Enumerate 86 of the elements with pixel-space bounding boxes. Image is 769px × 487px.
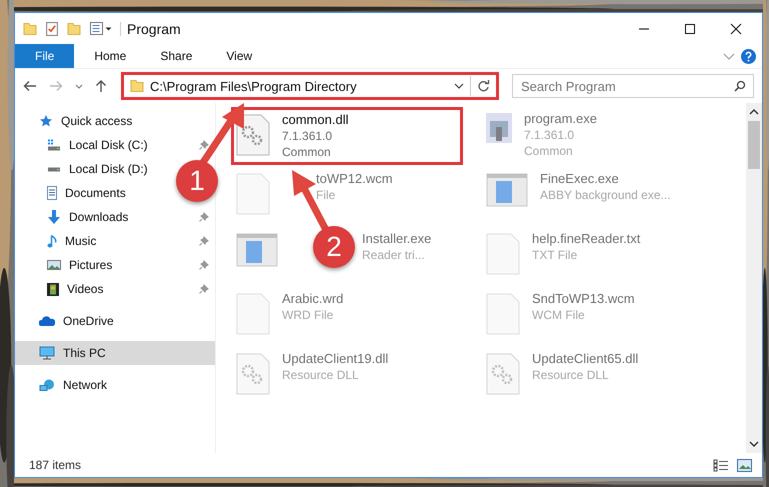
properties-icon[interactable] [46, 22, 58, 36]
ribbon-tab[interactable]: File [15, 44, 74, 68]
pictures-icon [47, 260, 61, 270]
sidebar-item[interactable]: Local Disk (D:) [15, 157, 154, 181]
file-detail: Reader tri... [362, 247, 426, 263]
address-bar[interactable]: C:\Program Files\Program Directory [121, 72, 499, 100]
pin-icon[interactable] [199, 140, 209, 150]
file-icon [486, 233, 520, 275]
sidebar-item[interactable]: Documents [15, 181, 132, 205]
sidebar-item[interactable]: OneDrive [15, 309, 120, 333]
file-name: UpdateClient19.dll [282, 351, 388, 367]
file-name: SndToWP13.wcm [532, 291, 635, 307]
file-detail: Resource DLL [282, 367, 360, 383]
down-arrow-icon [47, 210, 61, 224]
file-detail: File [316, 187, 336, 203]
ribbon-tab[interactable]: Share [146, 44, 206, 68]
window-title: Program [127, 20, 181, 36]
file-icon [236, 293, 270, 335]
file-name: FineExec.exe [540, 171, 620, 187]
file-detail: Resource DLL [532, 367, 610, 383]
scroll-up-icon[interactable] [749, 109, 759, 115]
cloud-icon [39, 315, 55, 327]
folder-icon [130, 80, 144, 92]
program-icon [486, 113, 512, 143]
computer-icon [39, 346, 55, 360]
gear-file-icon [486, 353, 520, 395]
highlighted-file[interactable]: common.dll 7.1.361.0 Common [231, 107, 463, 165]
file-name: toWP12.wcm [316, 171, 393, 187]
sidebar-item[interactable]: Downloads [15, 205, 215, 229]
sidebar-item[interactable]: Local Disk (C:) [15, 133, 215, 157]
maximize-icon[interactable] [684, 22, 696, 34]
up-arrow-icon[interactable] [95, 79, 107, 93]
drive-icon [47, 166, 61, 172]
scrollbar-thumb[interactable] [748, 121, 760, 169]
ribbon-tab[interactable]: View [212, 44, 266, 68]
file-name: Arabic.wrd [282, 291, 344, 307]
sidebar-item[interactable]: Quick access [15, 109, 138, 133]
customize-icon[interactable] [90, 22, 112, 35]
gear-file-icon [236, 114, 270, 156]
window-app-icon [236, 233, 278, 267]
sidebar-item[interactable]: Pictures [15, 253, 215, 277]
star-icon [39, 114, 53, 128]
window-app-icon [486, 173, 528, 207]
film-icon [47, 282, 59, 296]
search-field[interactable]: Search Program [512, 74, 754, 98]
music-note-icon [47, 234, 57, 248]
file-name: program.exe [524, 111, 597, 127]
file-detail: Common [524, 143, 574, 159]
sidebar-item[interactable]: This PC [15, 341, 215, 365]
file-icon [486, 293, 520, 335]
help-icon[interactable] [741, 48, 756, 64]
search-icon[interactable] [734, 80, 746, 92]
item-count: 187 items [29, 458, 82, 472]
close-icon[interactable] [730, 22, 742, 34]
pin-icon[interactable] [199, 212, 209, 222]
scroll-down-icon[interactable] [749, 441, 759, 447]
details-view-icon[interactable] [713, 458, 729, 472]
drive-icon [47, 139, 61, 151]
file-detail: 7.1.361.0 [282, 128, 334, 144]
pin-icon[interactable] [199, 260, 209, 270]
minimize-icon[interactable] [638, 28, 650, 30]
sidebar-item[interactable]: Videos [15, 277, 215, 301]
ribbon-tab[interactable]: Home [80, 44, 140, 68]
file-name: help.fineReader.txt [532, 231, 640, 247]
file-detail: ABBY background exe... [540, 187, 671, 203]
file-detail: WCM File [532, 307, 586, 323]
back-arrow-icon[interactable] [23, 80, 37, 92]
file-name: Installer.exe [362, 231, 432, 247]
gear-file-icon [236, 353, 270, 395]
pin-icon[interactable] [199, 236, 209, 246]
file-detail: WRD File [282, 307, 334, 323]
file-detail: 7.1.361.0 [524, 127, 576, 143]
pin-icon[interactable] [199, 284, 209, 294]
refresh-icon[interactable] [477, 80, 490, 92]
chevron-down-icon[interactable] [454, 83, 464, 89]
address-path: C:\Program Files\Program Directory [150, 78, 358, 94]
large-icons-view-icon[interactable] [737, 458, 752, 472]
file-detail: TXT File [532, 247, 578, 263]
network-icon [39, 379, 55, 391]
document-icon [47, 186, 57, 200]
sidebar-item[interactable]: Music [15, 229, 215, 253]
file-icon [236, 173, 270, 215]
file-detail: Common [282, 144, 332, 160]
file-name: UpdateClient65.dll [532, 351, 638, 367]
file-name: common.dll [282, 112, 348, 128]
sidebar-item[interactable]: Network [15, 373, 114, 397]
